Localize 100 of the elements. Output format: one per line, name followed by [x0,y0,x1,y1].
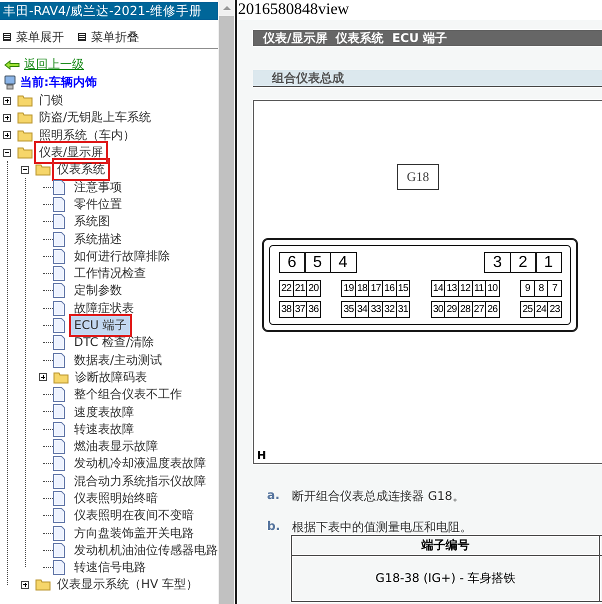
tree-item[interactable]: 零件位置 [71,194,125,214]
folder-icon [35,163,51,176]
page-icon [53,387,65,402]
folder-icon [53,370,69,384]
tree-item[interactable]: 仪表/显示屏 [36,143,106,162]
tree-item[interactable]: 门锁 [36,91,66,110]
computer-icon [4,75,16,90]
menu-icon [3,33,11,41]
pin-number: 30 [430,301,446,318]
expand-toggle[interactable] [39,373,47,382]
folder-icon [17,146,33,160]
tree-item[interactable]: 定制参数 [71,281,125,300]
tree-item[interactable]: 仪表照明始终暗 [71,488,161,508]
pin-number: 10 [485,280,500,297]
tree-item[interactable]: 整个组合仪表不工作 [71,385,185,404]
page-icon [53,542,65,558]
tree-item[interactable]: 系统图 [71,212,113,232]
tree-item[interactable]: 速度表故障 [71,402,137,422]
pin-number: 13 [444,280,459,297]
folder-icon [17,128,33,142]
page-title: 2016580848view [237,0,602,20]
pin-number: 8 [534,280,548,297]
step-marker: b. [267,519,282,535]
tree-item[interactable]: 方向盘装饰盖开关电路 [71,524,197,543]
tree-item[interactable]: 转速表故障 [71,420,137,439]
menu-action[interactable]: 菜单展开 [16,28,64,46]
tree-item[interactable]: 故障症状表 [71,298,137,318]
pin-number: 33 [368,301,384,318]
page-icon [53,283,65,298]
tree-item[interactable]: 转速信号电路 [71,558,149,578]
expand-toggle[interactable] [3,96,11,105]
page-icon [53,232,65,247]
tree-item[interactable]: DTC 检查/清除 [71,333,158,352]
current-location: 当前:车辆内饰 [20,74,97,91]
pin-number: 6 [278,252,306,273]
folder-icon [17,94,33,108]
pin-number: 25 [520,301,535,318]
pin-number: 23 [547,301,562,318]
menu-icon [78,33,86,41]
tree-item[interactable]: 诊断故障码表 [72,368,150,387]
pin-number: 7 [547,280,562,297]
back-arrow-icon [4,60,20,70]
page-icon [53,248,65,264]
pin-number: 20 [306,280,321,297]
tree-item[interactable]: ECU 端子 [71,316,130,336]
page-icon [53,352,65,368]
collapse-toggle[interactable] [3,148,11,157]
tree-item[interactable]: 混合动力系统指示仪故障 [71,472,209,491]
page-icon [53,266,65,282]
pin-number: 9 [520,280,535,297]
tree-item[interactable]: 仪表系统 [54,160,108,180]
expand-toggle[interactable] [21,580,29,589]
pin-number: 31 [396,301,410,318]
expand-toggle[interactable] [3,114,11,122]
tree-item[interactable]: 注意事项 [71,178,125,197]
pin-number: 17 [368,280,384,297]
pin-number: 4 [330,252,356,273]
pin-number: 22 [279,280,294,297]
expand-toggle[interactable] [3,131,11,140]
step-text: 根据下表中的值测量电压和电阻。 [292,519,472,536]
tree-item[interactable]: 燃油表显示故障 [71,437,161,456]
pin-number: 11 [472,280,486,297]
pin-number: 38 [279,301,294,318]
pin-number: 1 [535,252,562,273]
step-text: 断开组合仪表总成连接器 G18。 [292,488,464,505]
pin-number: 29 [444,301,459,318]
page-icon [53,422,65,437]
tree-item[interactable]: 如何进行故障排除 [71,246,173,266]
tree-item[interactable]: 仪表照明在夜间不变暗 [71,506,197,526]
pin-number: 37 [292,301,308,318]
pin-number: 27 [472,301,486,318]
page-icon [53,196,65,212]
collapse-toggle[interactable] [21,166,29,174]
tree-item[interactable]: 仪表显示系统（HV 车型） [54,575,202,594]
connector-label: G18 [397,164,439,190]
pin-number: 18 [354,280,370,297]
pin-number: 19 [341,280,356,297]
page-icon [53,508,65,524]
table-cell: G18-38 (IG+) - 车身搭铁 [292,556,600,602]
folder-icon [35,578,51,592]
pin-number: 26 [485,301,500,318]
figure-corner-label: H [257,449,266,462]
scrollbar[interactable] [218,0,235,604]
page-icon [53,214,65,230]
tree-item[interactable]: 发动机冷却液温度表故障 [71,454,209,474]
page-icon [53,439,65,454]
column-header: 端子编号 [292,536,600,556]
tree-item[interactable]: 防盗/无钥匙上车系统 [36,108,154,128]
tree-item[interactable]: 发动机机油油位传感器电路 [71,540,218,560]
tree-item[interactable]: 系统描述 [71,230,125,249]
pin-number: 28 [458,301,473,318]
breadcrumb-bar: 仪表/显示屏 仪表系统 ECU 端子 [253,30,602,46]
page-icon [53,490,65,506]
back-link[interactable]: 返回上一级 [24,56,84,73]
tree-item[interactable]: 工作情况检查 [71,264,149,284]
tree-item[interactable]: 照明系统（车内） [36,126,138,145]
menu-action[interactable]: 菜单折叠 [91,28,139,46]
manual-title: 丰田-RAV4/威兰达-2021-维修手册 [0,2,218,20]
tree-item[interactable]: 数据表/主动测试 [71,350,166,370]
pin-number: 35 [341,301,356,318]
